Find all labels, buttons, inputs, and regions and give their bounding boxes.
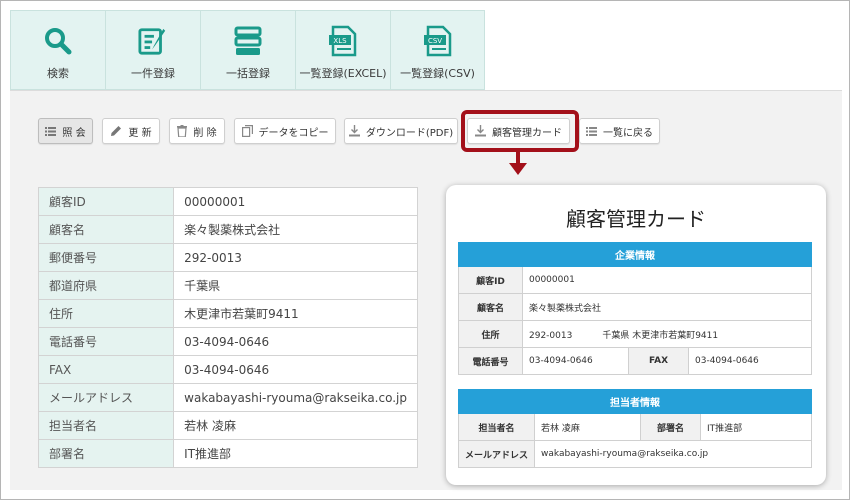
copy-icon [241, 125, 253, 137]
tab-single-register[interactable]: 一件登録 [105, 10, 200, 90]
field-value: 楽々製薬株式会社 [173, 215, 418, 244]
table-row: 住所 292-0013 千葉県 木更津市若葉町9411 [458, 320, 812, 348]
customer-detail-table: 顧客ID 00000001 顧客名 楽々製薬株式会社 郵便番号 292-0013 都道… [37, 187, 418, 468]
copy-data-button[interactable]: データをコピー [234, 118, 336, 144]
field-value: IT推進部 [173, 439, 418, 468]
back-to-list-label: 一覧に戻る [603, 127, 653, 139]
address-value: 292-0013 千葉県 木更津市若葉町9411 [522, 320, 812, 348]
dept-label: 部署名 [640, 413, 702, 441]
table-row: 担当者名 若林 凌麻 部署名 IT推進部 [457, 413, 812, 441]
customer-name-value: 楽々製薬株式会社 [522, 293, 812, 321]
field-label: FAX [37, 355, 175, 384]
table-row: 担当者名 若林 凌麻 [37, 411, 418, 440]
back-to-list-button[interactable]: 一覧に戻る [579, 118, 660, 144]
download-pdf-label: ダウンロード(PDF) [365, 127, 454, 139]
table-row: メールアドレス wakabayashi-ryouma@rakseika.co.j… [457, 440, 812, 468]
function-tabs: 検索 一件登録 一括登録 XLS 一覧登録(EXCEL) CSV 一覧登録(CS… [10, 10, 485, 90]
phone-label: 電話番号 [458, 347, 523, 375]
contact-section-header: 担当者情報 [458, 389, 812, 414]
field-label: メールアドレス [37, 383, 175, 412]
table-row: 住所 木更津市若葉町9411 [37, 299, 418, 328]
phone-value: 03-4094-0646 [522, 347, 629, 375]
delete-button[interactable]: 削 除 [169, 118, 225, 144]
xls-badge: XLS [333, 37, 347, 45]
table-row: 電話番号 03-4094-0646 [37, 327, 418, 356]
customer-id-value: 00000001 [522, 266, 812, 294]
table-row: 電話番号 03-4094-0646 FAX 03-4094-0646 [458, 347, 812, 375]
field-label: 担当者名 [37, 411, 175, 440]
update-label: 更 新 [128, 127, 152, 139]
table-row: 郵便番号 292-0013 [37, 243, 418, 272]
address-text: 千葉県 木更津市若葉町9411 [602, 330, 719, 341]
table-row: 顧客名 楽々製薬株式会社 [458, 293, 812, 321]
tab-excel-register[interactable]: XLS 一覧登録(EXCEL) [295, 10, 390, 90]
download-icon [348, 125, 360, 137]
stacked-list-icon [233, 25, 263, 57]
xls-file-icon: XLS [328, 25, 358, 57]
customer-name-label: 顧客名 [458, 293, 523, 321]
trash-icon [177, 125, 188, 137]
table-row: FAX 03-4094-0646 [37, 355, 418, 384]
fax-label: FAX [628, 347, 689, 375]
field-value: 292-0013 [173, 243, 418, 272]
table-row: 顧客名 楽々製薬株式会社 [37, 215, 418, 244]
email-value: wakabayashi-ryouma@rakseika.co.jp [534, 440, 812, 468]
field-value: 03-4094-0646 [173, 327, 418, 356]
field-value: 若林 凌麻 [173, 411, 418, 440]
field-label: 電話番号 [37, 327, 175, 356]
table-row: 都道府県 千葉県 [37, 271, 418, 300]
copy-data-label: データをコピー [258, 127, 329, 139]
tab-label: 一覧登録(CSV) [400, 67, 475, 80]
search-icon [43, 25, 73, 57]
field-label: 顧客名 [37, 215, 175, 244]
field-value: 03-4094-0646 [173, 355, 418, 384]
table-row: 顧客ID 00000001 [37, 187, 418, 216]
tab-label: 一件登録 [131, 67, 175, 80]
view-button[interactable]: 照 会 [38, 118, 93, 144]
field-label: 顧客ID [37, 187, 175, 216]
table-row: 顧客ID 00000001 [458, 266, 812, 294]
field-label: 住所 [37, 299, 175, 328]
pencil-icon [111, 126, 122, 136]
tab-label: 検索 [47, 67, 69, 80]
company-section-header: 企業情報 [458, 242, 812, 267]
view-label: 照 会 [62, 127, 86, 139]
dept-value: IT推進部 [700, 413, 812, 441]
table-row: メールアドレス wakabayashi-ryouma@rakseika.co.jp [37, 383, 418, 412]
delete-label: 削 除 [193, 127, 217, 139]
csv-badge: CSV [427, 37, 441, 45]
customer-card-preview: 顧客管理カード 企業情報 顧客ID 00000001 顧客名 楽々製薬株式会社 … [446, 185, 826, 485]
highlight-box [461, 110, 579, 152]
tab-bulk-register[interactable]: 一括登録 [200, 10, 295, 90]
field-label: 部署名 [37, 439, 175, 468]
update-button[interactable]: 更 新 [102, 118, 160, 144]
edit-form-icon [138, 25, 168, 57]
list-icon [586, 126, 597, 136]
fax-value: 03-4094-0646 [688, 347, 812, 375]
company-info-table: 企業情報 顧客ID 00000001 顧客名 楽々製薬株式会社 住所 292-0… [458, 242, 812, 375]
field-label: 都道府県 [37, 271, 175, 300]
email-label: メールアドレス [457, 440, 536, 468]
tab-search[interactable]: 検索 [10, 10, 105, 90]
tab-label: 一覧登録(EXCEL) [299, 67, 387, 80]
field-value: wakabayashi-ryouma@rakseika.co.jp [173, 383, 418, 412]
arrow-head-icon [509, 163, 527, 175]
zip-value: 292-0013 [529, 330, 573, 341]
field-value: 00000001 [173, 187, 418, 216]
tab-label: 一括登録 [226, 67, 270, 80]
table-row: 部署名 IT推進部 [37, 439, 418, 468]
tab-csv-register[interactable]: CSV 一覧登録(CSV) [390, 10, 485, 90]
address-label: 住所 [458, 320, 523, 348]
field-label: 郵便番号 [37, 243, 175, 272]
contact-info-table: 担当者情報 担当者名 若林 凌麻 部署名 IT推進部 メールアドレス wakab… [457, 389, 812, 468]
card-title: 顧客管理カード [566, 207, 706, 231]
person-value: 若林 凌麻 [534, 413, 642, 441]
download-pdf-button[interactable]: ダウンロード(PDF) [344, 118, 458, 144]
list-icon [45, 126, 57, 136]
customer-id-label: 顧客ID [458, 266, 523, 294]
field-value: 木更津市若葉町9411 [173, 299, 418, 328]
csv-file-icon: CSV [423, 25, 453, 57]
field-value: 千葉県 [173, 271, 418, 300]
person-label: 担当者名 [457, 413, 536, 441]
